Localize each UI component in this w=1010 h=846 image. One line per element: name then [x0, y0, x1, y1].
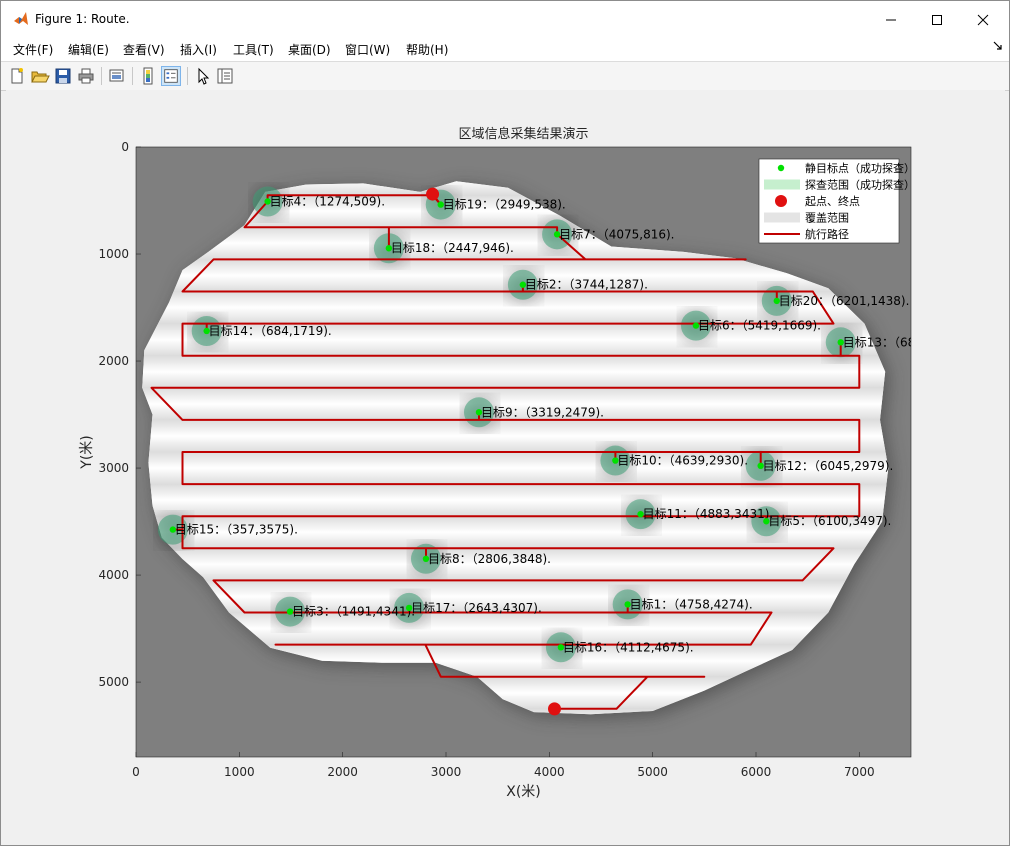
- target-label: 目标3：（1491,4341).: [292, 605, 415, 619]
- close-button[interactable]: [966, 7, 1000, 33]
- y-tick-label: 4000: [98, 568, 129, 582]
- x-tick-label: 7000: [844, 765, 875, 779]
- x-tick-label: 4000: [534, 765, 565, 779]
- y-axis-label: Y(米): [79, 435, 95, 469]
- target-label: 目标15：（357,3575).: [175, 523, 298, 537]
- menu-bar: 文件(F) 编辑(E) 查看(V) 插入(I) 工具(T) 桌面(D) 窗口(W…: [1, 37, 1009, 61]
- target-label: 目标10：（4639,2930).: [617, 454, 748, 468]
- window-title: Figure 1: Route.: [35, 12, 130, 26]
- target-label: 目标11：（4883,3431).: [643, 507, 774, 521]
- link-plot-icon[interactable]: [107, 66, 127, 86]
- matlab-logo-icon: [14, 12, 28, 25]
- menu-desktop[interactable]: 桌面(D): [288, 41, 331, 58]
- start-end-marker: [548, 702, 561, 716]
- target-label: 目标16：（4112,4675).: [563, 640, 694, 654]
- target-label: 目标14：（684,1719).: [209, 324, 332, 338]
- maximize-button[interactable]: [920, 7, 954, 33]
- save-icon[interactable]: [53, 66, 73, 86]
- target-label: 目标7：（4075,816).: [559, 227, 674, 241]
- route-chart: 目标4：（1274,509). 目标19：（2949,538). 目标7：（4075…: [79, 126, 974, 800]
- legend-entry-label: 静目标点（成功探查）: [805, 161, 915, 175]
- menu-edit[interactable]: 编辑(E): [68, 41, 109, 58]
- target-label: 目标9：（3319,2479).: [481, 405, 604, 419]
- y-tick-label: 5000: [98, 675, 129, 689]
- target-label: 目标13：（6820,1825).: [843, 335, 974, 349]
- new-figure-icon[interactable]: [7, 66, 27, 86]
- target-label: 目标4：（1274,509).: [270, 194, 385, 208]
- legend-detect-swatch: [764, 179, 800, 190]
- legend-entry-label: 探查范围（成功探查）: [805, 178, 915, 192]
- legend-entry-label: 覆盖范围: [805, 211, 849, 225]
- title-bar: Figure 1: Route.: [1, 1, 1009, 37]
- toolbar-separator: [101, 67, 102, 85]
- y-tick-label: 1000: [98, 247, 129, 261]
- legend-entry-label: 航行路径: [805, 227, 849, 241]
- dock-figure-icon[interactable]: [993, 41, 1003, 51]
- menu-help[interactable]: 帮助(H): [406, 41, 448, 58]
- figure-window: Figure 1: Route. 文件(F) 编辑(E) 查看(V) 插入(I)…: [0, 0, 1010, 846]
- start-end-marker: [426, 187, 440, 201]
- y-tick-label: 0: [121, 140, 129, 154]
- target-label: 目标8：（2806,3848).: [428, 552, 551, 566]
- y-tick-label: 2000: [98, 354, 129, 368]
- target-label: 目标20：（6201,1438).: [779, 294, 910, 308]
- insert-legend-icon[interactable]: [161, 66, 181, 86]
- maximize-icon: [932, 15, 942, 25]
- open-file-icon[interactable]: [30, 66, 50, 86]
- x-tick-label: 1000: [224, 765, 255, 779]
- print-icon[interactable]: [76, 66, 96, 86]
- x-axis-label: X(米): [506, 784, 541, 800]
- target-label: 目标1：（4758,4274).: [630, 597, 753, 611]
- x-tick-label: 0: [132, 765, 140, 779]
- target-label: 目标6：（5419,1669).: [698, 319, 821, 333]
- target-label: 目标12：（6045,2979).: [763, 459, 894, 473]
- chart-title: 区域信息采集结果演示: [458, 126, 588, 142]
- x-tick-label: 6000: [741, 765, 772, 779]
- target-label: 目标18：（2447,946).: [391, 241, 514, 255]
- menu-tools[interactable]: 工具(T): [233, 41, 274, 58]
- target-label: 目标2：（3744,1287).: [525, 278, 648, 292]
- legend-start-end-marker: [775, 195, 787, 207]
- target-label: 目标5：（6100,3497).: [768, 514, 891, 528]
- legend: 静目标点（成功探查） 探查范围（成功探查） 起点、终点覆盖范围航行路径: [758, 158, 915, 244]
- menu-insert[interactable]: 插入(I): [180, 41, 217, 58]
- toolbar-separator: [132, 67, 133, 85]
- toolbar-separator: [187, 67, 188, 85]
- legend-target-marker: [777, 164, 785, 172]
- menu-window[interactable]: 窗口(W): [345, 41, 390, 58]
- insert-colorbar-icon[interactable]: [138, 66, 158, 86]
- x-tick-label: 5000: [637, 765, 668, 779]
- legend-entry-label: 起点、终点: [805, 194, 860, 208]
- minimize-icon: [886, 19, 896, 21]
- x-tick-label: 2000: [327, 765, 358, 779]
- toolbar: [1, 61, 1009, 91]
- legend-coverage-swatch: [764, 212, 800, 223]
- target-label: 目标19：（2949,538).: [443, 198, 566, 212]
- pointer-icon[interactable]: [193, 66, 213, 86]
- target-label: 目标17：（2643,4307).: [411, 601, 542, 615]
- menu-file[interactable]: 文件(F): [13, 41, 53, 58]
- figure-canvas: 目标4：（1274,509). 目标19：（2949,538). 目标7：（4075…: [6, 90, 1005, 840]
- y-tick-label: 3000: [98, 461, 129, 475]
- menu-view[interactable]: 查看(V): [123, 41, 165, 58]
- close-icon: [977, 14, 989, 26]
- minimize-button[interactable]: [874, 7, 908, 33]
- x-tick-label: 3000: [431, 765, 462, 779]
- property-inspector-icon[interactable]: [215, 66, 235, 86]
